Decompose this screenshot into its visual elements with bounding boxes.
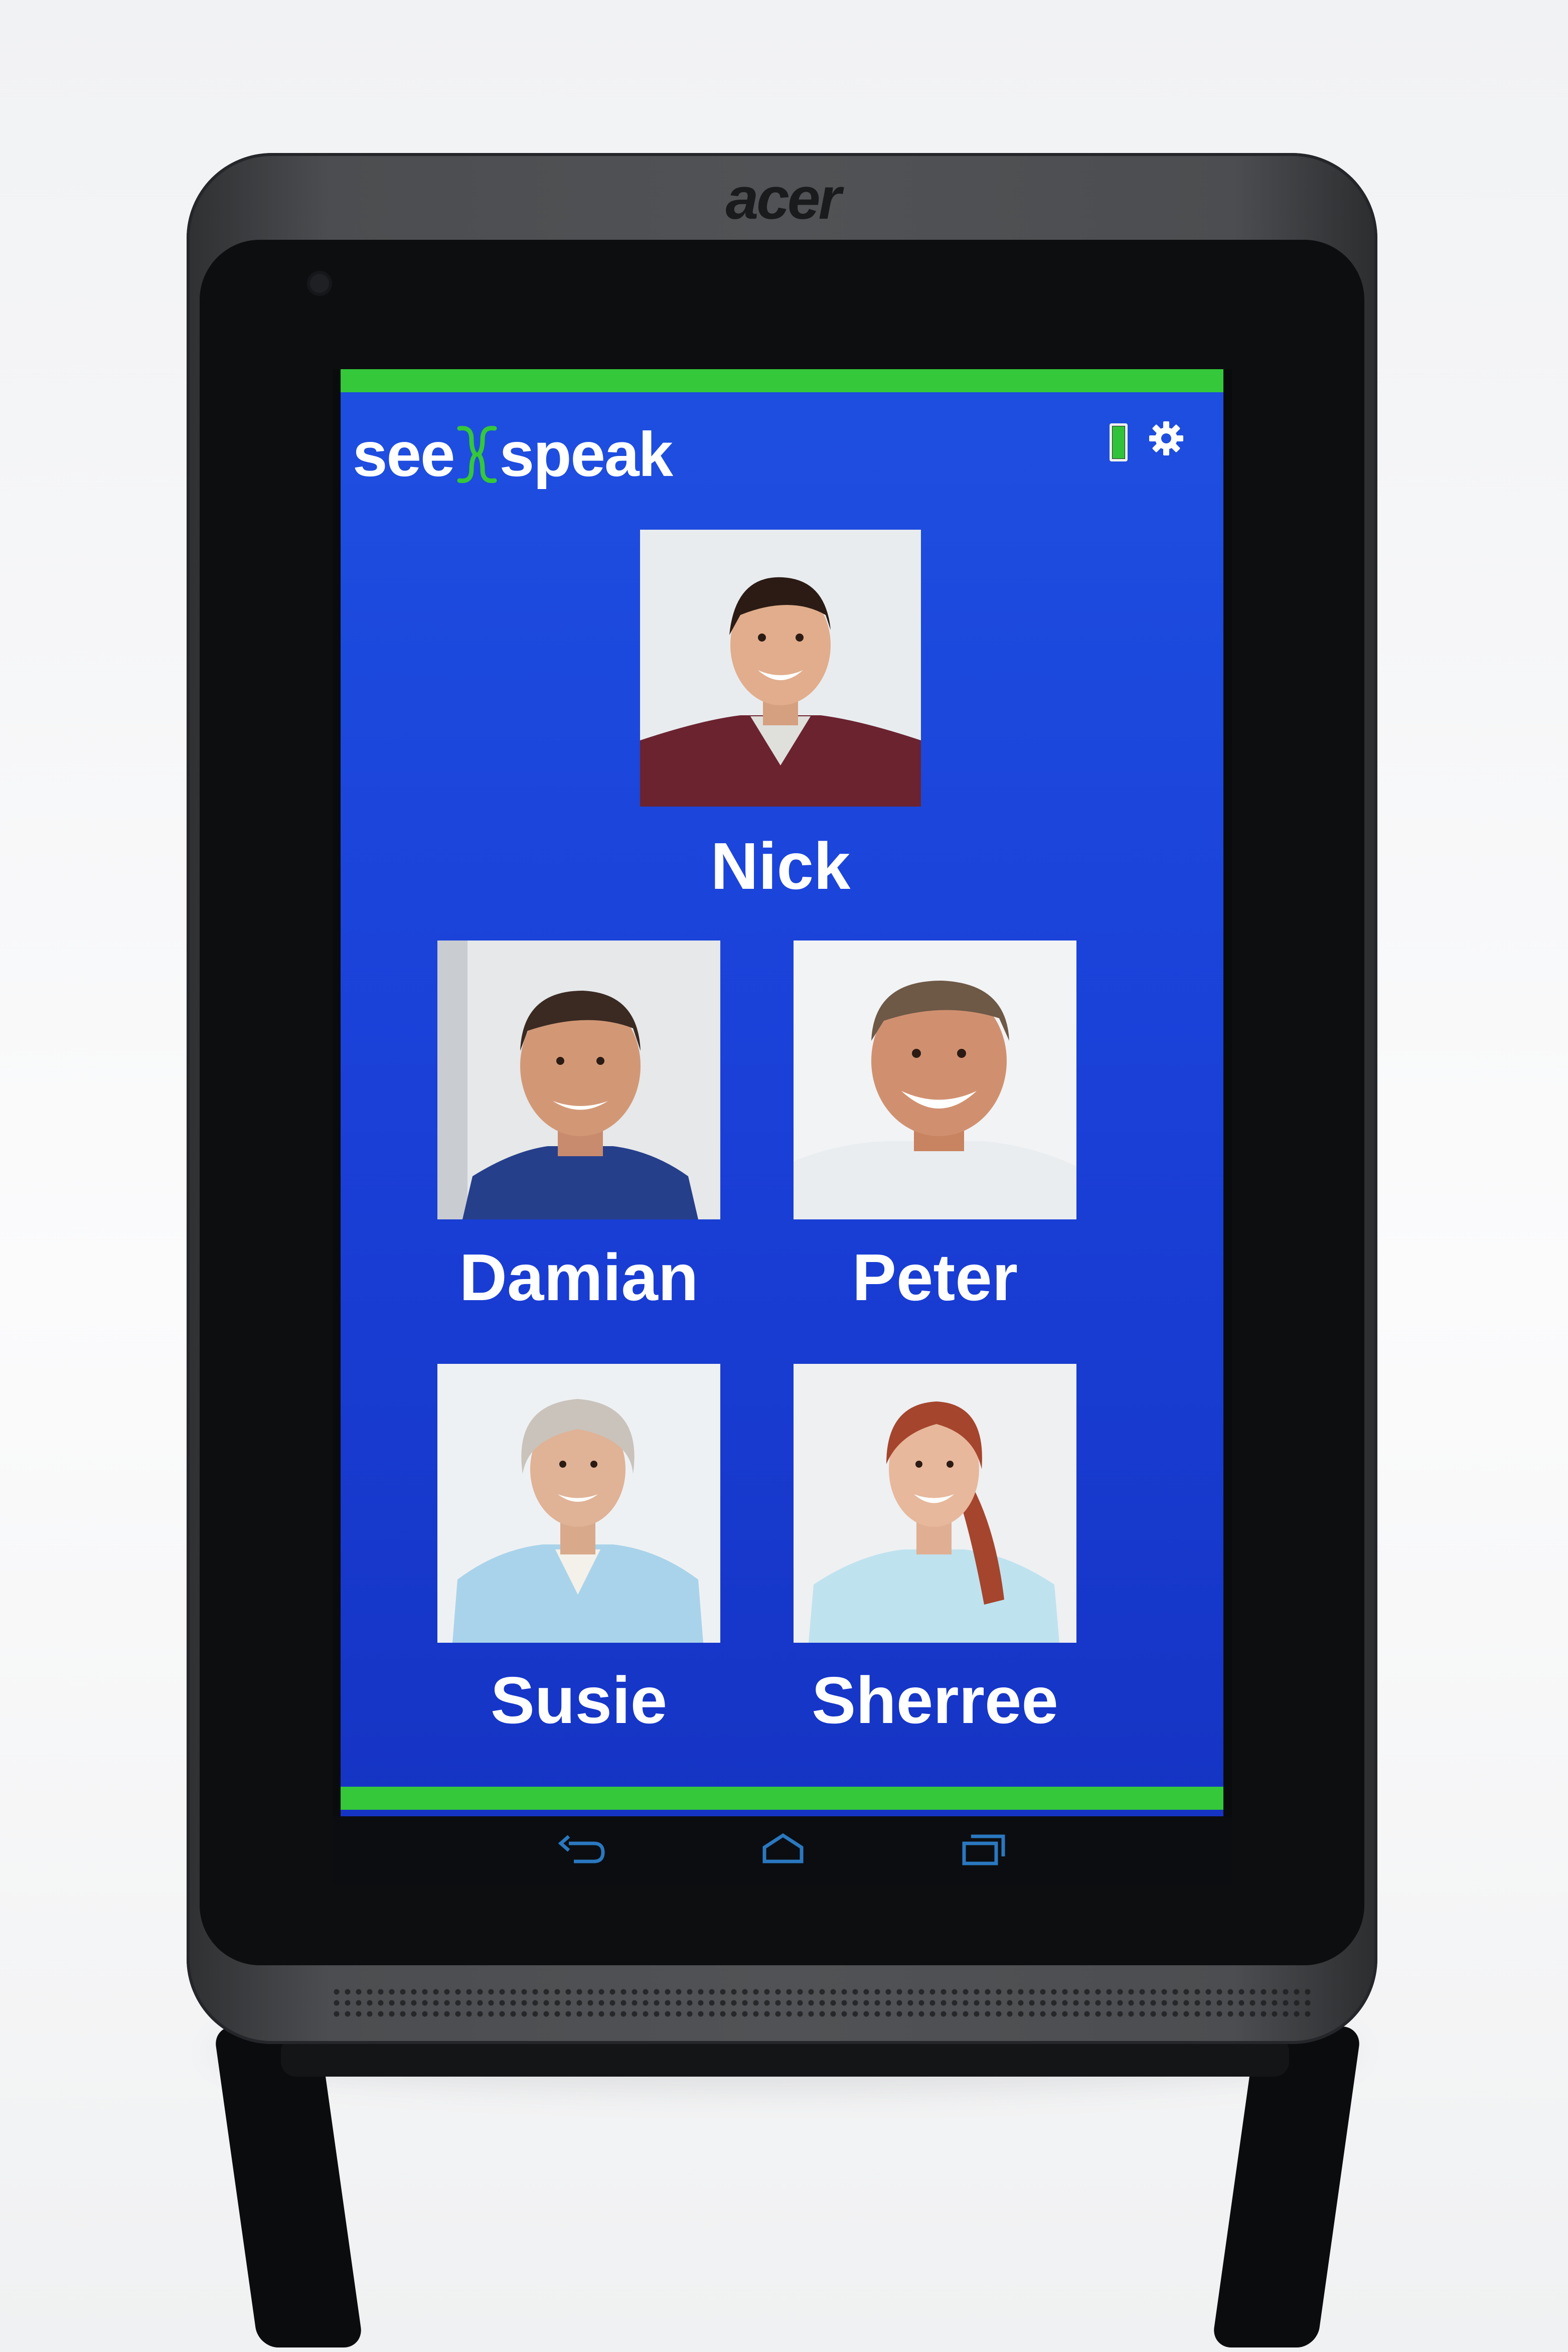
battery-level-fill <box>1113 426 1125 458</box>
contact-photo[interactable] <box>640 530 921 807</box>
contact-name[interactable]: Susie <box>421 1667 737 1734</box>
logo-speak-word: speak <box>499 419 673 490</box>
seespeak-app: see speak Nick Damian Peter Susie Sherre… <box>341 369 1223 1816</box>
settings-gear-icon[interactable] <box>1147 419 1185 457</box>
home-icon[interactable] <box>755 1826 811 1871</box>
android-navigation-bar <box>333 1816 1232 1885</box>
device-brand-logo: acer <box>725 166 842 232</box>
battery-icon <box>1110 423 1128 461</box>
logo-faces-icon <box>457 425 497 484</box>
portrait-image <box>794 940 1076 1219</box>
contact-name[interactable]: Peter <box>777 1244 1093 1311</box>
speaker-grille <box>331 1986 1314 2018</box>
portrait-image <box>794 1364 1076 1643</box>
front-camera <box>307 271 332 296</box>
contact-photo[interactable] <box>437 1364 720 1643</box>
top-accent-bar <box>341 369 1223 392</box>
contact-name[interactable]: Nick <box>640 833 921 899</box>
bottom-accent-bar <box>341 1787 1223 1810</box>
contact-photo[interactable] <box>794 1364 1076 1643</box>
portrait-image <box>437 1364 720 1643</box>
seespeak-logo: see speak <box>353 419 673 490</box>
portrait-image <box>437 940 720 1219</box>
contact-photo[interactable] <box>437 940 720 1219</box>
contact-name[interactable]: Sherree <box>777 1667 1093 1734</box>
tablet-screen: see speak Nick Damian Peter Susie Sherre… <box>333 369 1232 1885</box>
recent-apps-icon[interactable] <box>955 1826 1010 1871</box>
back-icon[interactable] <box>554 1826 609 1871</box>
contact-photo[interactable] <box>794 940 1076 1219</box>
logo-see-word: see <box>353 419 455 490</box>
contact-name[interactable]: Damian <box>421 1244 737 1311</box>
portrait-image <box>640 530 921 807</box>
